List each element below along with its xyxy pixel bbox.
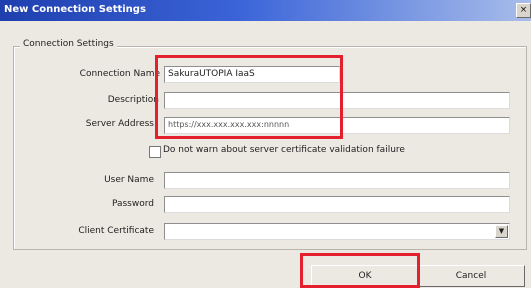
server-address-label: Server Address <box>85 119 154 129</box>
cert-warning-checkbox[interactable] <box>149 146 161 158</box>
connection-name-label: Connection Name <box>79 69 160 79</box>
user-name-label: User Name <box>104 175 154 185</box>
password-field[interactable] <box>164 196 510 213</box>
client-certificate-label: Client Certificate <box>78 226 154 236</box>
chevron-down-icon[interactable]: ▼ <box>495 225 508 238</box>
password-label: Password <box>111 199 154 209</box>
highlight-box-ok <box>300 253 420 288</box>
title-bar: New Connection Settings × <box>0 0 531 21</box>
client-certificate-dropdown[interactable]: ▼ <box>164 223 510 240</box>
close-icon[interactable]: × <box>516 3 531 18</box>
cancel-button[interactable]: Cancel <box>417 265 525 287</box>
user-name-field[interactable] <box>164 172 510 189</box>
window-title: New Connection Settings <box>4 4 146 15</box>
description-label: Description <box>107 95 159 105</box>
group-label: Connection Settings <box>20 39 117 49</box>
connection-settings-dialog: New Connection Settings × Connection Set… <box>0 0 531 288</box>
highlight-box-fields <box>155 55 343 139</box>
cert-warning-label: Do not warn about server certificate val… <box>163 145 405 155</box>
